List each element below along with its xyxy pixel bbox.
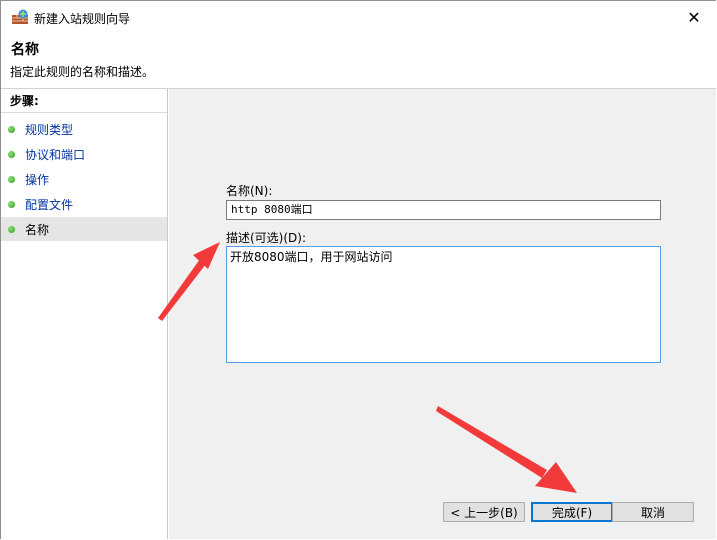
finish-button[interactable]: 完成(F) [531,502,613,522]
description-textarea[interactable]: 开放8080端口，用于网站访问 [226,246,661,363]
step-status-icon [8,150,15,158]
page-header: 名称 指定此规则的名称和描述。 [1,33,716,89]
step-protocol-port[interactable]: 协议和端口 [1,142,167,166]
step-rule-type[interactable]: 规则类型 [1,117,167,141]
step-status-icon [8,125,15,133]
page-title: 名称 [11,42,39,58]
window-title: 新建入站规则向导 [34,12,131,26]
step-status-icon [8,175,15,183]
step-status-icon [8,200,15,208]
step-label: 规则类型 [25,122,74,137]
back-button[interactable]: < 上一步(B) [443,502,525,522]
close-button[interactable]: ✕ [671,1,716,33]
name-label: 名称(N): [226,184,273,198]
step-label: 操作 [25,172,50,187]
step-name[interactable]: 名称 [1,217,167,241]
wizard-window: 新建入站规则向导 ✕ 名称 指定此规则的名称和描述。 步骤: 规则类型 协议和端… [0,0,716,539]
close-icon: ✕ [687,7,701,27]
step-profile[interactable]: 配置文件 [1,192,167,216]
step-status-icon [8,225,15,233]
step-label: 配置文件 [25,197,74,212]
step-action[interactable]: 操作 [1,167,167,191]
page-description: 指定此规则的名称和描述。 [10,65,155,79]
step-label: 名称 [25,222,50,237]
name-input[interactable]: http 8080端口 [226,200,661,220]
description-label: 描述(可选)(D): [226,231,307,245]
steps-title: 步骤: [1,91,167,113]
firewall-icon [12,9,28,24]
main-panel: 名称(N): http 8080端口 描述(可选)(D): 开放8080端口，用… [169,89,716,539]
steps-sidebar: 步骤: 规则类型 协议和端口 操作 配置文件 名称 [1,89,168,539]
step-label: 协议和端口 [25,147,86,162]
cancel-button[interactable]: 取消 [612,502,694,522]
title-bar: 新建入站规则向导 ✕ [1,1,716,33]
